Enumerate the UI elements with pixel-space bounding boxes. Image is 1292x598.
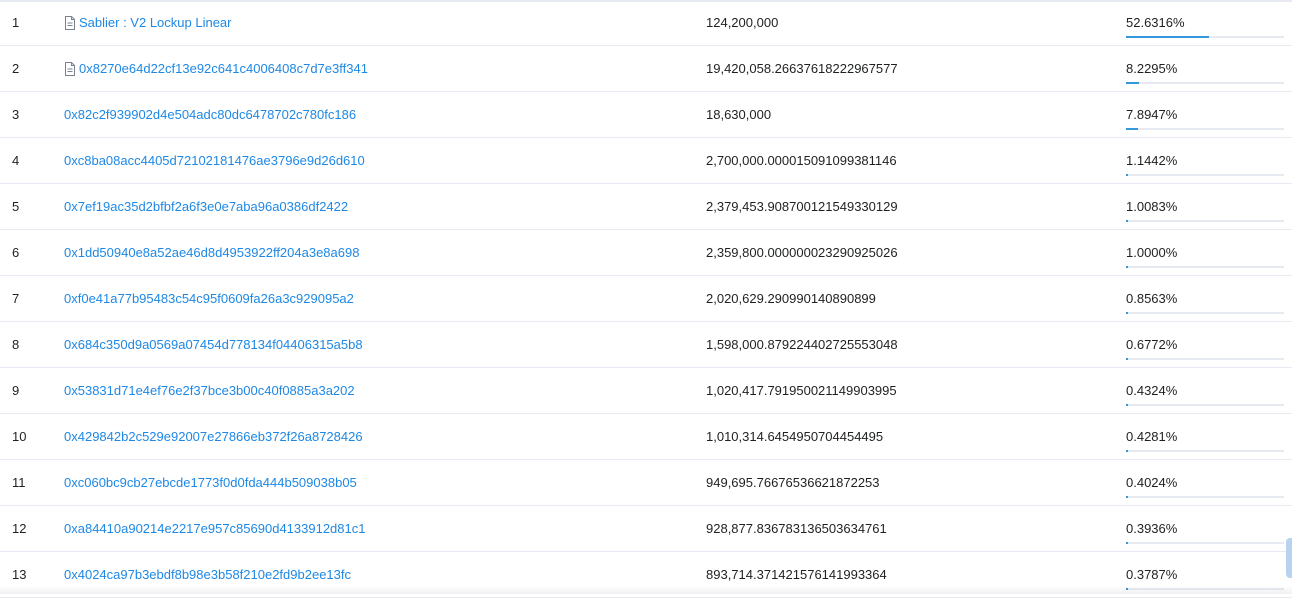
holder-address-link[interactable]: 0x4024ca97b3ebdf8b98e3b58f210e2fd9b2ee13… [64, 567, 351, 583]
percentage-cell: 1.1442% [1126, 153, 1178, 168]
table-row: 3 0x82c2f939902d4e504adc80dc6478702c780f… [0, 92, 1292, 138]
share-progress-fill [1126, 450, 1128, 452]
holder-address-link[interactable]: 0x684c350d9a0569a07454d778134f04406315a5… [64, 337, 363, 353]
percentage-cell: 0.6772% [1126, 337, 1178, 352]
share-progress-bar [1126, 312, 1284, 314]
quantity-cell: 2,379,453.908700121549330129 [706, 199, 898, 214]
table-row: 4 0xc8ba08acc4405d72102181476ae3796e9d26… [0, 138, 1292, 184]
rank-cell: 13 [12, 567, 27, 582]
table-row: 2 0x8270e64d22cf13e92c641c4006408c7d7e3f… [0, 46, 1292, 92]
share-progress-bar [1126, 404, 1284, 406]
share-progress-fill [1126, 312, 1128, 314]
share-progress-fill [1126, 266, 1128, 268]
percentage-cell: 52.6316% [1126, 15, 1185, 30]
table-row: 10 0x429842b2c529e92007e27866eb372f26a87… [0, 414, 1292, 460]
share-progress-bar [1126, 82, 1284, 84]
bottom-shadow [0, 586, 1292, 594]
rank-cell: 11 [12, 475, 26, 490]
quantity-cell: 1,010,314.6454950704454495 [706, 429, 884, 444]
quantity-cell: 2,359,800.000000023290925026 [706, 245, 898, 260]
table-row: 9 0x53831d71e4ef76e2f37bce3b00c40f0885a3… [0, 368, 1292, 414]
share-progress-fill [1126, 358, 1128, 360]
share-progress-bar [1126, 496, 1284, 498]
holder-address-text: 0x8270e64d22cf13e92c641c4006408c7d7e3ff3… [79, 61, 368, 76]
table-row: 11 0xc060bc9cb27ebcde1773f0d0fda444b5090… [0, 460, 1292, 506]
share-progress-fill [1126, 82, 1139, 84]
percentage-cell: 0.4324% [1126, 383, 1178, 398]
rank-cell: 10 [12, 429, 27, 444]
quantity-cell: 1,020,417.791950021149903995 [706, 383, 897, 398]
quantity-cell: 893,714.371421576141993364 [706, 567, 887, 582]
percentage-cell: 0.8563% [1126, 291, 1178, 306]
rank-cell: 12 [12, 521, 27, 536]
percentage-cell: 0.4281% [1126, 429, 1178, 444]
token-holders-table: 1 Sablier : V2 Lockup Linear 124,200,000… [0, 0, 1292, 598]
share-progress-bar [1126, 174, 1284, 176]
rank-cell: 4 [12, 153, 20, 168]
file-document-icon [64, 16, 76, 30]
holder-address-link[interactable]: 0xf0e41a77b95483c54c95f0609fa26a3c929095… [64, 291, 354, 307]
percentage-cell: 0.4024% [1126, 475, 1178, 490]
share-progress-fill [1126, 496, 1128, 498]
share-progress-bar [1126, 128, 1284, 130]
holder-address-link[interactable]: 0x8270e64d22cf13e92c641c4006408c7d7e3ff3… [64, 61, 368, 77]
rank-cell: 8 [12, 337, 20, 352]
holder-address-link[interactable]: 0x1dd50940e8a52ae46d8d4953922ff204a3e8a6… [64, 245, 359, 261]
share-progress-bar [1126, 450, 1284, 452]
quantity-cell: 928,877.836783136503634761 [706, 521, 887, 536]
percentage-cell: 0.3936% [1126, 521, 1178, 536]
share-progress-fill [1126, 128, 1139, 130]
share-progress-fill [1126, 174, 1128, 176]
rank-cell: 7 [12, 291, 20, 306]
share-progress-bar [1126, 266, 1284, 268]
table-row: 1 Sablier : V2 Lockup Linear 124,200,000… [0, 0, 1292, 46]
share-progress-bar [1126, 358, 1284, 360]
quantity-cell: 949,695.76676536621872253 [706, 475, 880, 490]
holder-address-link[interactable]: 0xc8ba08acc4405d72102181476ae3796e9d26d6… [64, 153, 365, 169]
table-row: 12 0xa84410a90214e2217e957c85690d4133912… [0, 506, 1292, 552]
file-document-icon [64, 62, 76, 76]
rank-cell: 9 [12, 383, 20, 398]
holder-address-link[interactable]: 0x7ef19ac35d2bfbf2a6f3e0e7aba96a0386df24… [64, 199, 348, 215]
floating-side-tab[interactable] [1286, 538, 1292, 578]
percentage-cell: 0.3787% [1126, 567, 1178, 582]
rank-cell: 5 [12, 199, 20, 214]
quantity-cell: 2,020,629.290990140890899 [706, 291, 876, 306]
holder-address-link[interactable]: Sablier : V2 Lockup Linear [64, 15, 231, 31]
quantity-cell: 1,598,000.879224402725553048 [706, 337, 898, 352]
quantity-cell: 2,700,000.000015091099381146 [706, 153, 897, 168]
rank-cell: 6 [12, 245, 20, 260]
quantity-cell: 124,200,000 [706, 15, 779, 30]
percentage-cell: 7.8947% [1126, 107, 1178, 122]
holder-address-link[interactable]: 0x82c2f939902d4e504adc80dc6478702c780fc1… [64, 107, 356, 123]
rank-cell: 1 [12, 15, 20, 30]
quantity-cell: 18,630,000 [706, 107, 772, 122]
table-row: 8 0x684c350d9a0569a07454d778134f04406315… [0, 322, 1292, 368]
holder-address-text: Sablier : V2 Lockup Linear [79, 15, 232, 30]
percentage-cell: 1.0083% [1126, 199, 1178, 214]
share-progress-bar [1126, 220, 1284, 222]
table-row: 6 0x1dd50940e8a52ae46d8d4953922ff204a3e8… [0, 230, 1292, 276]
share-progress-bar [1126, 542, 1284, 544]
holder-address-link[interactable]: 0xc060bc9cb27ebcde1773f0d0fda444b509038b… [64, 475, 357, 491]
share-progress-bar [1126, 36, 1284, 38]
quantity-cell: 19,420,058.26637618222967577 [706, 61, 898, 76]
holder-address-link[interactable]: 0x53831d71e4ef76e2f37bce3b00c40f0885a3a2… [64, 383, 355, 399]
rank-cell: 2 [12, 61, 20, 76]
holder-address-link[interactable]: 0xa84410a90214e2217e957c85690d4133912d81… [64, 521, 365, 537]
holder-address-link[interactable]: 0x429842b2c529e92007e27866eb372f26a87284… [64, 429, 363, 445]
rank-cell: 3 [12, 107, 20, 122]
share-progress-fill [1126, 404, 1128, 406]
share-progress-fill [1126, 220, 1128, 222]
percentage-cell: 1.0000% [1126, 245, 1178, 260]
table-row: 5 0x7ef19ac35d2bfbf2a6f3e0e7aba96a0386df… [0, 184, 1292, 230]
share-progress-fill [1126, 36, 1210, 38]
table-row: 7 0xf0e41a77b95483c54c95f0609fa26a3c9290… [0, 276, 1292, 322]
share-progress-fill [1126, 542, 1128, 544]
percentage-cell: 8.2295% [1126, 61, 1178, 76]
